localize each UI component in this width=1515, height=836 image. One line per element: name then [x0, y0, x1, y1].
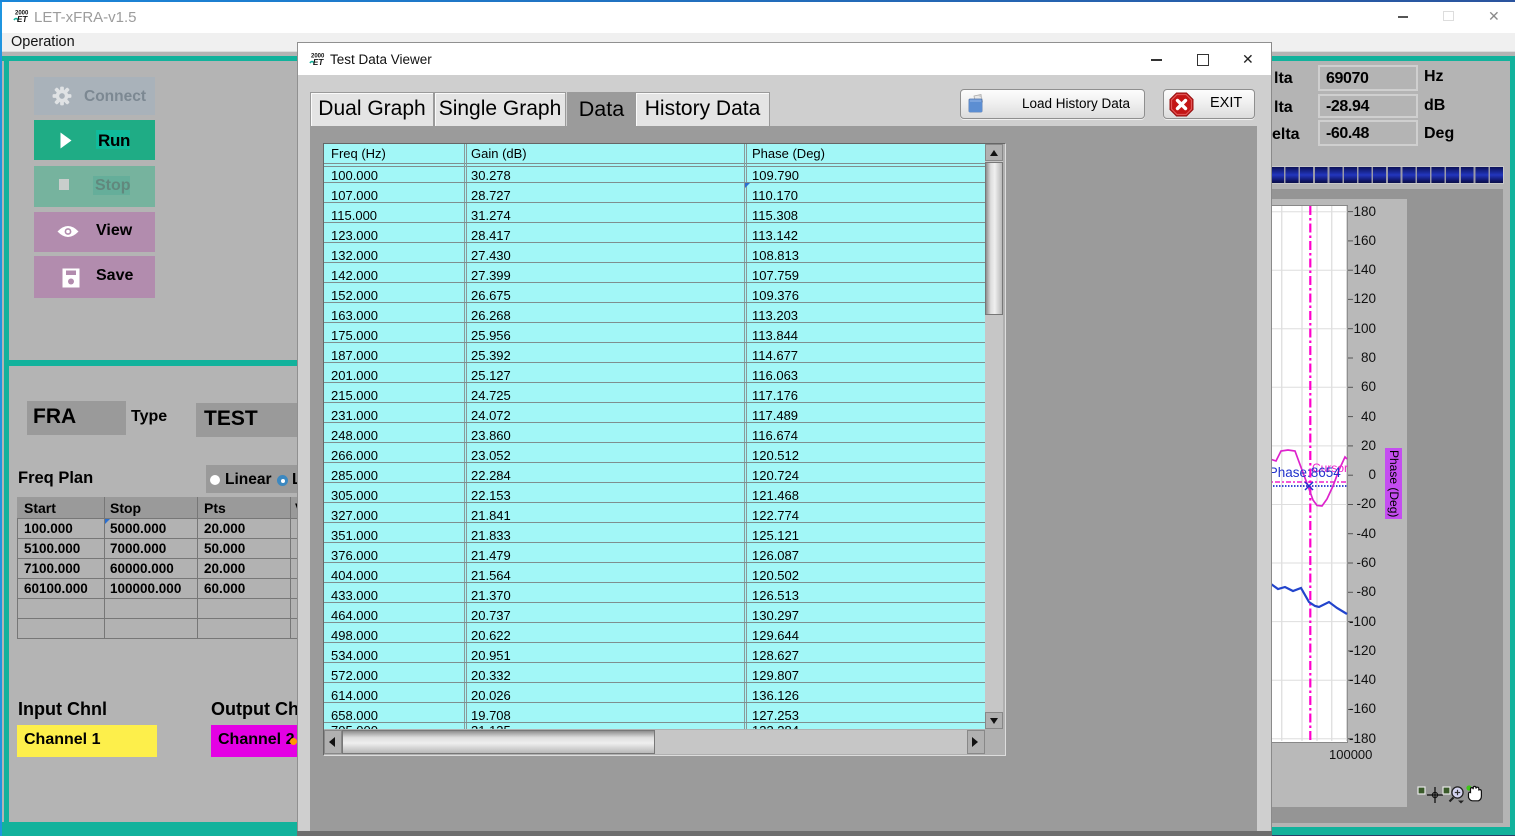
svg-text:ET: ET — [313, 58, 324, 66]
svg-text:ET: ET — [17, 15, 28, 23]
